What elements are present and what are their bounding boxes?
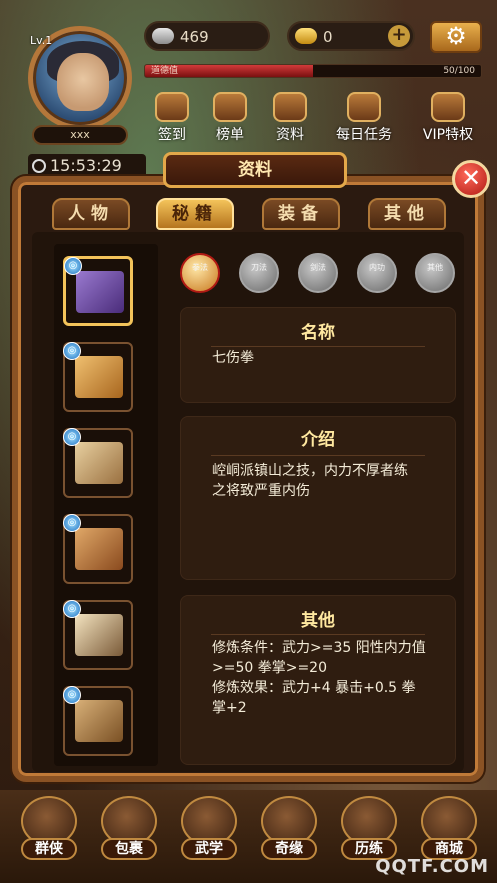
settings-button[interactable]: ⚙ <box>430 21 482 53</box>
intro-title: 介绍 <box>301 430 335 450</box>
quality-icon: ◎ <box>63 600 81 618</box>
category-fist[interactable]: 拳法 <box>180 253 220 293</box>
menu-sign-in[interactable]: 签到 <box>142 92 202 148</box>
nav-encounters[interactable]: 奇缘 <box>256 796 322 868</box>
menu-daily-tasks[interactable]: 每日任务 <box>334 92 394 148</box>
scroll-icon <box>75 528 123 570</box>
task-icon <box>347 92 381 122</box>
menu-label: 资料 <box>276 127 304 143</box>
manual-item[interactable]: ◎ <box>63 600 133 670</box>
menu-leaderboard[interactable]: 榜单 <box>200 92 260 148</box>
gold-value: 0 <box>323 28 333 46</box>
other-box: 其他 修炼条件：武力>=35 阳性内力值 >=50 拳掌>=20 修炼效果：武力… <box>180 595 456 765</box>
scroll-icon <box>75 700 123 742</box>
game-clock: 15:53:29 <box>28 154 146 178</box>
divider <box>211 455 425 456</box>
manual-other: 修炼条件：武力>=35 阳性内力值 >=50 拳掌>=20 修炼效果：武力+4 … <box>212 640 426 716</box>
nav-label: 包裹 <box>101 838 157 860</box>
close-button[interactable]: ✕ <box>452 160 490 198</box>
plus-icon[interactable]: + <box>388 25 410 47</box>
manual-name: 七伤拳 <box>212 350 254 366</box>
category-blade[interactable]: 刀法 <box>239 253 279 293</box>
nav-label: 武学 <box>181 838 237 860</box>
calendar-icon <box>155 92 189 122</box>
nav-martial-arts[interactable]: 武学 <box>176 796 242 868</box>
tab-equipment[interactable]: 装备 <box>262 198 340 230</box>
manual-item-selected[interactable]: ◎ <box>63 256 133 326</box>
silver-ingot-icon <box>152 28 174 44</box>
nav-heroes[interactable]: 群侠 <box>16 796 82 868</box>
category-inner[interactable]: 内功 <box>357 253 397 293</box>
manual-item[interactable]: ◎ <box>63 686 133 756</box>
other-title: 其他 <box>301 611 335 631</box>
quality-icon: ◎ <box>63 686 81 704</box>
menu-label: 榜单 <box>216 127 244 143</box>
player-level: Lv.1 <box>30 34 53 47</box>
tab-character[interactable]: 人物 <box>52 198 130 230</box>
gear-icon: ⚙ <box>445 22 467 50</box>
name-box: 名称 七伤拳 <box>180 307 456 403</box>
tab-martial-manuals[interactable]: 秘籍 <box>156 198 234 230</box>
scroll-icon <box>75 356 123 398</box>
scroll-icon <box>75 442 123 484</box>
nav-label: 群侠 <box>21 838 77 860</box>
avatar-face <box>57 53 109 111</box>
nav-bag[interactable]: 包裹 <box>96 796 162 868</box>
manual-intro: 崆峒派镇山之技，内力不厚者练 之将致严重内伤 <box>212 463 408 499</box>
menu-label: VIP特权 <box>422 127 474 143</box>
manual-item[interactable]: ◎ <box>63 514 133 584</box>
gold-counter: 0 + <box>287 21 415 51</box>
exp-label: 道德值 <box>151 66 179 76</box>
close-icon: ✕ <box>460 164 482 192</box>
tab-other[interactable]: 其他 <box>368 198 446 230</box>
scroll-icon <box>273 92 307 122</box>
trophy-icon <box>213 92 247 122</box>
exp-value: 50/100 <box>443 66 475 76</box>
silver-value: 469 <box>180 28 209 46</box>
menu-vip[interactable]: VIP特权 <box>418 92 478 148</box>
divider <box>211 346 425 347</box>
quality-icon: ◎ <box>63 428 81 446</box>
manual-item[interactable]: ◎ <box>63 428 133 498</box>
clock-icon <box>32 159 46 173</box>
book-icon <box>76 271 124 313</box>
category-other[interactable]: 其他 <box>415 253 455 293</box>
vip-icon <box>431 92 465 122</box>
gold-ingot-icon <box>295 28 317 44</box>
exp-bar: 道德值 50/100 <box>144 64 482 78</box>
quality-icon: ◎ <box>63 514 81 532</box>
silver-counter: 469 <box>144 21 270 51</box>
menu-profile[interactable]: 资料 <box>260 92 320 148</box>
player-name: xxx <box>32 125 128 145</box>
quality-icon: ◎ <box>64 257 82 275</box>
menu-label: 签到 <box>158 127 186 143</box>
menu-label: 每日任务 <box>336 127 392 143</box>
quality-icon: ◎ <box>63 342 81 360</box>
name-title: 名称 <box>301 323 335 343</box>
clock-time: 15:53:29 <box>50 156 122 175</box>
watermark: QQTF.COM <box>375 856 489 877</box>
divider <box>211 634 425 635</box>
intro-box: 介绍 崆峒派镇山之技，内力不厚者练 之将致严重内伤 <box>180 416 456 580</box>
manual-item[interactable]: ◎ <box>63 342 133 412</box>
panel-title: 资料 <box>163 152 347 188</box>
scroll-icon <box>75 614 123 656</box>
category-sword[interactable]: 剑法 <box>298 253 338 293</box>
nav-label: 奇缘 <box>261 838 317 860</box>
